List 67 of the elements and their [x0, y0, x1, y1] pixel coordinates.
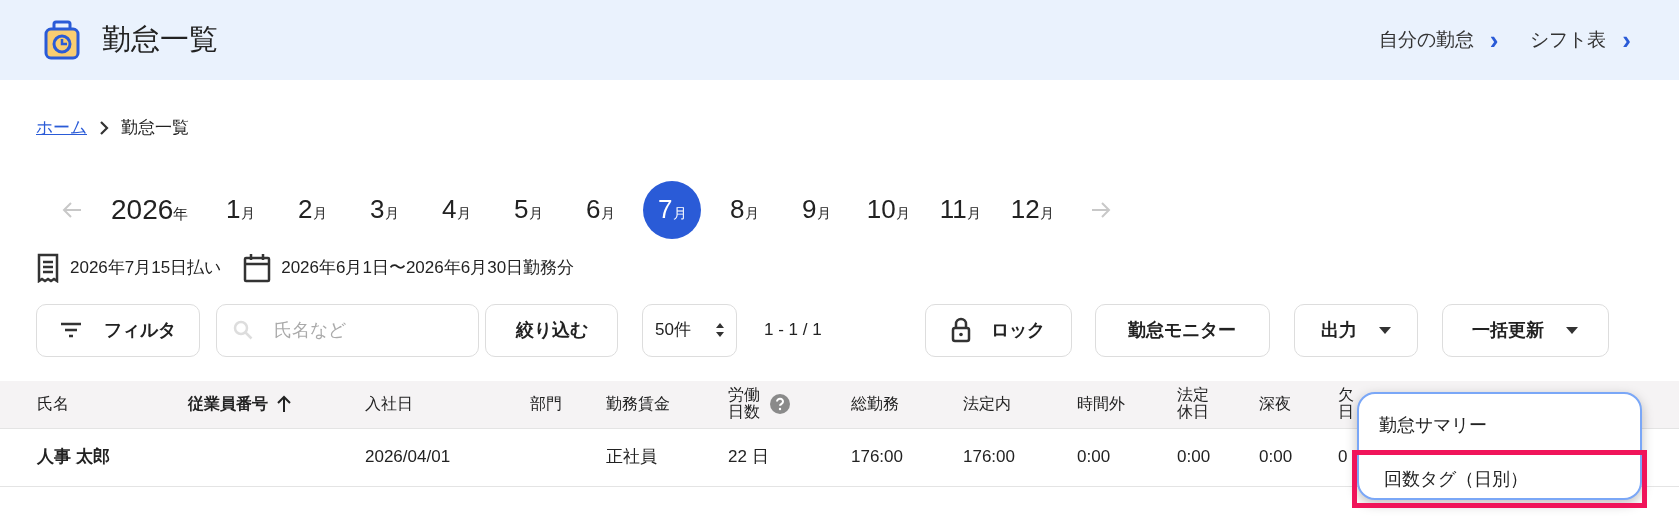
bulk-update-button[interactable]: 一括更新 [1441, 303, 1609, 357]
filter-button[interactable]: フィルタ [36, 303, 200, 357]
menu-item[interactable]: 勤怠サマリー [1359, 402, 1640, 448]
page-title: 勤怠一覧 [102, 22, 218, 58]
header-link[interactable]: シフト表 › [1530, 25, 1631, 55]
column-header: 時間外 [1077, 394, 1125, 414]
breadcrumb-link[interactable]: ホーム [36, 115, 87, 141]
breadcrumb-current: 勤怠一覧 [121, 117, 189, 139]
pagination-text: 1 - 1 / 1 [764, 319, 822, 342]
month-tab[interactable]: 7月 [643, 180, 702, 239]
clock-bag-icon [44, 20, 80, 60]
table-cell: 0:00 [1077, 447, 1111, 467]
period-text: 2026年6月1日〜2026年6月30日勤務分 [281, 256, 575, 279]
table-cell: 176:00 [963, 447, 1015, 467]
table-cell: 22 日 [728, 447, 769, 467]
menu-item[interactable]: 回数タグ（日別） [1352, 450, 1647, 508]
lock-button[interactable]: ロック [924, 303, 1072, 357]
arrow-left-icon [61, 200, 83, 219]
month-tab[interactable]: 1月 [211, 180, 270, 239]
column-header: 欠日 [1338, 387, 1354, 421]
month-tab[interactable]: 4月 [427, 180, 486, 239]
sort-arrow-icon [276, 395, 292, 413]
month-tab[interactable]: 11月 [931, 180, 990, 239]
month-tab[interactable]: 5月 [499, 180, 558, 239]
narrow-down-button[interactable]: 絞り込む [485, 303, 618, 357]
help-icon [769, 394, 790, 414]
table-cell: 人事 太郎 [37, 447, 110, 467]
column-header: 勤務賃金 [606, 394, 670, 414]
table-cell: 176:00 [851, 447, 903, 467]
lock-icon [951, 317, 972, 343]
filter-icon [60, 322, 82, 338]
updown-icon [716, 323, 724, 337]
export-button[interactable]: 出力 [1293, 303, 1418, 357]
column-header: 労働日数 [728, 387, 761, 421]
month-tab[interactable]: 6月 [571, 180, 630, 239]
year-label: 2026年 [111, 192, 189, 227]
per-page-select[interactable]: 50件 [642, 303, 737, 357]
table-cell: 正社員 [606, 447, 657, 467]
caret-down-icon [1378, 326, 1391, 334]
month-tab[interactable]: 12月 [1003, 180, 1062, 239]
table-cell: 0:00 [1259, 447, 1293, 467]
column-header: 入社日 [365, 394, 413, 414]
receipt-icon [36, 252, 60, 283]
column-header: 部門 [530, 394, 562, 414]
table-cell: 2026/04/01 [365, 447, 451, 467]
table-cell: 0:00 [1177, 447, 1211, 467]
monitor-button[interactable]: 勤怠モニター [1094, 303, 1270, 357]
month-tab[interactable]: 10月 [859, 180, 918, 239]
table-cell: 0 [1338, 447, 1348, 467]
payday-text: 2026年7月15日払い [70, 256, 222, 279]
search-field[interactable]: 氏名など [216, 303, 479, 357]
caret-down-icon [1566, 326, 1579, 334]
column-header: 深夜 [1259, 394, 1291, 414]
column-header: 総勤務 [851, 394, 899, 414]
month-tab[interactable]: 9月 [787, 180, 846, 239]
month-tab[interactable]: 3月 [355, 180, 414, 239]
search-icon [233, 319, 253, 340]
column-header: 従業員番号 [188, 394, 268, 414]
column-header: 法定内 [963, 394, 1011, 414]
column-header: 法定休日 [1177, 387, 1210, 421]
chevron-right-icon [99, 120, 109, 135]
month-tab[interactable]: 8月 [715, 180, 774, 239]
header-link[interactable]: 自分の勤怠 › [1378, 25, 1499, 55]
arrow-right-icon [1090, 200, 1113, 219]
month-tab[interactable]: 2月 [283, 180, 342, 239]
column-header: 氏名 [37, 394, 69, 414]
calendar-icon [243, 252, 272, 283]
